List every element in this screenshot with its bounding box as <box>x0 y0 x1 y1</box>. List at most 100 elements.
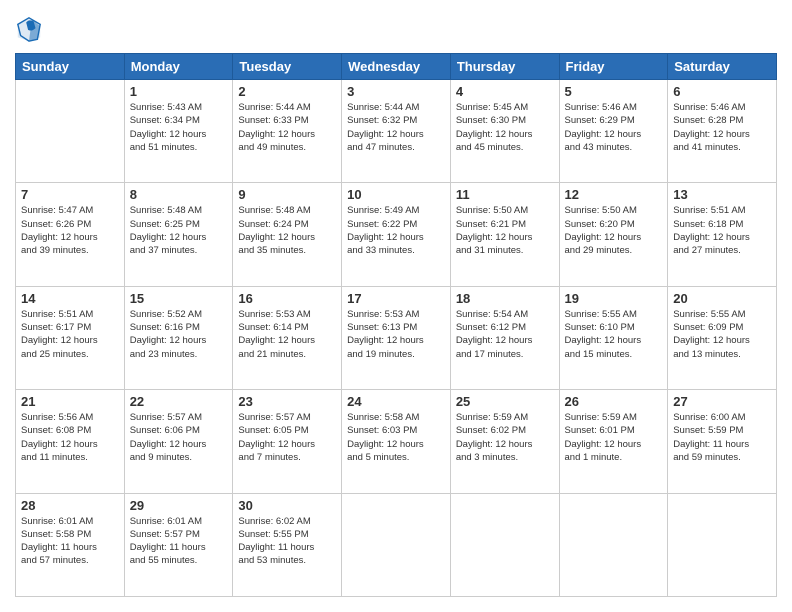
day-number: 22 <box>130 394 228 409</box>
day-number: 8 <box>130 187 228 202</box>
day-number: 15 <box>130 291 228 306</box>
day-cell <box>342 493 451 596</box>
day-cell: 21 Sunrise: 5:56 AM Sunset: 6:08 PM Dayli… <box>16 390 125 493</box>
day-number: 23 <box>238 394 336 409</box>
col-header-monday: Monday <box>124 54 233 80</box>
day-number: 10 <box>347 187 445 202</box>
week-row-3: 21 Sunrise: 5:56 AM Sunset: 6:08 PM Dayli… <box>16 390 777 493</box>
logo-icon <box>15 15 43 43</box>
day-cell: 7 Sunrise: 5:47 AM Sunset: 6:26 PM Daylig… <box>16 183 125 286</box>
day-info: Sunrise: 5:50 AM Sunset: 6:21 PM Dayligh… <box>456 204 554 257</box>
day-cell <box>450 493 559 596</box>
day-cell: 6 Sunrise: 5:46 AM Sunset: 6:28 PM Daylig… <box>668 80 777 183</box>
week-row-0: 1 Sunrise: 5:43 AM Sunset: 6:34 PM Daylig… <box>16 80 777 183</box>
day-number: 3 <box>347 84 445 99</box>
col-header-thursday: Thursday <box>450 54 559 80</box>
day-number: 4 <box>456 84 554 99</box>
day-cell: 10 Sunrise: 5:49 AM Sunset: 6:22 PM Dayli… <box>342 183 451 286</box>
day-info: Sunrise: 5:57 AM Sunset: 6:05 PM Dayligh… <box>238 411 336 464</box>
day-cell <box>668 493 777 596</box>
week-row-4: 28 Sunrise: 6:01 AM Sunset: 5:58 PM Dayli… <box>16 493 777 596</box>
day-cell: 9 Sunrise: 5:48 AM Sunset: 6:24 PM Daylig… <box>233 183 342 286</box>
day-number: 20 <box>673 291 771 306</box>
day-info: Sunrise: 5:54 AM Sunset: 6:12 PM Dayligh… <box>456 308 554 361</box>
logo <box>15 15 47 43</box>
day-cell: 22 Sunrise: 5:57 AM Sunset: 6:06 PM Dayli… <box>124 390 233 493</box>
day-info: Sunrise: 5:51 AM Sunset: 6:18 PM Dayligh… <box>673 204 771 257</box>
day-info: Sunrise: 5:58 AM Sunset: 6:03 PM Dayligh… <box>347 411 445 464</box>
day-info: Sunrise: 5:50 AM Sunset: 6:20 PM Dayligh… <box>565 204 663 257</box>
day-info: Sunrise: 5:44 AM Sunset: 6:33 PM Dayligh… <box>238 101 336 154</box>
day-info: Sunrise: 5:46 AM Sunset: 6:29 PM Dayligh… <box>565 101 663 154</box>
day-number: 25 <box>456 394 554 409</box>
day-info: Sunrise: 5:48 AM Sunset: 6:25 PM Dayligh… <box>130 204 228 257</box>
week-row-1: 7 Sunrise: 5:47 AM Sunset: 6:26 PM Daylig… <box>16 183 777 286</box>
day-number: 26 <box>565 394 663 409</box>
day-cell: 26 Sunrise: 5:59 AM Sunset: 6:01 PM Dayli… <box>559 390 668 493</box>
day-info: Sunrise: 5:57 AM Sunset: 6:06 PM Dayligh… <box>130 411 228 464</box>
day-info: Sunrise: 6:02 AM Sunset: 5:55 PM Dayligh… <box>238 515 336 568</box>
day-info: Sunrise: 5:56 AM Sunset: 6:08 PM Dayligh… <box>21 411 119 464</box>
day-cell: 5 Sunrise: 5:46 AM Sunset: 6:29 PM Daylig… <box>559 80 668 183</box>
day-cell: 20Sunrise: 5:55 AM Sunset: 6:09 PM Dayli… <box>668 286 777 389</box>
day-cell: 2Sunrise: 5:44 AM Sunset: 6:33 PM Daylig… <box>233 80 342 183</box>
day-cell: 23 Sunrise: 5:57 AM Sunset: 6:05 PM Dayli… <box>233 390 342 493</box>
day-info: Sunrise: 5:53 AM Sunset: 6:13 PM Dayligh… <box>347 308 445 361</box>
day-number: 28 <box>21 498 119 513</box>
calendar-table: SundayMondayTuesdayWednesdayThursdayFrid… <box>15 53 777 597</box>
day-info: Sunrise: 5:55 AM Sunset: 6:10 PM Dayligh… <box>565 308 663 361</box>
day-cell: 28 Sunrise: 6:01 AM Sunset: 5:58 PM Dayli… <box>16 493 125 596</box>
col-header-wednesday: Wednesday <box>342 54 451 80</box>
day-info: Sunrise: 5:59 AM Sunset: 6:02 PM Dayligh… <box>456 411 554 464</box>
day-info: Sunrise: 5:46 AM Sunset: 6:28 PM Dayligh… <box>673 101 771 154</box>
day-number: 9 <box>238 187 336 202</box>
day-cell: 1 Sunrise: 5:43 AM Sunset: 6:34 PM Daylig… <box>124 80 233 183</box>
week-row-2: 14Sunrise: 5:51 AM Sunset: 6:17 PM Dayli… <box>16 286 777 389</box>
day-cell: 4 Sunrise: 5:45 AM Sunset: 6:30 PM Daylig… <box>450 80 559 183</box>
day-number: 19 <box>565 291 663 306</box>
day-cell: 30 Sunrise: 6:02 AM Sunset: 5:55 PM Dayli… <box>233 493 342 596</box>
day-cell: 3 Sunrise: 5:44 AM Sunset: 6:32 PM Daylig… <box>342 80 451 183</box>
day-number: 1 <box>130 84 228 99</box>
day-number: 30 <box>238 498 336 513</box>
day-cell: 24 Sunrise: 5:58 AM Sunset: 6:03 PM Dayli… <box>342 390 451 493</box>
day-info: Sunrise: 5:49 AM Sunset: 6:22 PM Dayligh… <box>347 204 445 257</box>
day-cell: 25 Sunrise: 5:59 AM Sunset: 6:02 PM Dayli… <box>450 390 559 493</box>
day-cell: 12 Sunrise: 5:50 AM Sunset: 6:20 PM Dayli… <box>559 183 668 286</box>
day-cell <box>16 80 125 183</box>
day-cell: 18 Sunrise: 5:54 AM Sunset: 6:12 PM Dayli… <box>450 286 559 389</box>
day-number: 5 <box>565 84 663 99</box>
col-header-saturday: Saturday <box>668 54 777 80</box>
page: SundayMondayTuesdayWednesdayThursdayFrid… <box>0 0 792 612</box>
day-info: Sunrise: 5:44 AM Sunset: 6:32 PM Dayligh… <box>347 101 445 154</box>
day-info: Sunrise: 5:45 AM Sunset: 6:30 PM Dayligh… <box>456 101 554 154</box>
col-header-tuesday: Tuesday <box>233 54 342 80</box>
day-number: 21 <box>21 394 119 409</box>
day-info: Sunrise: 5:51 AM Sunset: 6:17 PM Dayligh… <box>21 308 119 361</box>
day-number: 27 <box>673 394 771 409</box>
day-cell: 11 Sunrise: 5:50 AM Sunset: 6:21 PM Dayli… <box>450 183 559 286</box>
day-number: 29 <box>130 498 228 513</box>
day-cell: 19 Sunrise: 5:55 AM Sunset: 6:10 PM Dayli… <box>559 286 668 389</box>
day-cell: 13Sunrise: 5:51 AM Sunset: 6:18 PM Dayli… <box>668 183 777 286</box>
day-cell: 17 Sunrise: 5:53 AM Sunset: 6:13 PM Dayli… <box>342 286 451 389</box>
day-cell: 14Sunrise: 5:51 AM Sunset: 6:17 PM Dayli… <box>16 286 125 389</box>
day-info: Sunrise: 5:43 AM Sunset: 6:34 PM Dayligh… <box>130 101 228 154</box>
day-cell: 8 Sunrise: 5:48 AM Sunset: 6:25 PM Daylig… <box>124 183 233 286</box>
day-info: Sunrise: 5:47 AM Sunset: 6:26 PM Dayligh… <box>21 204 119 257</box>
day-info: Sunrise: 5:52 AM Sunset: 6:16 PM Dayligh… <box>130 308 228 361</box>
day-info: Sunrise: 5:48 AM Sunset: 6:24 PM Dayligh… <box>238 204 336 257</box>
day-number: 24 <box>347 394 445 409</box>
day-info: Sunrise: 5:59 AM Sunset: 6:01 PM Dayligh… <box>565 411 663 464</box>
day-number: 11 <box>456 187 554 202</box>
day-number: 6 <box>673 84 771 99</box>
col-header-friday: Friday <box>559 54 668 80</box>
col-header-sunday: Sunday <box>16 54 125 80</box>
day-number: 18 <box>456 291 554 306</box>
day-number: 12 <box>565 187 663 202</box>
header <box>15 15 777 43</box>
day-number: 7 <box>21 187 119 202</box>
day-number: 17 <box>347 291 445 306</box>
day-info: Sunrise: 6:00 AM Sunset: 5:59 PM Dayligh… <box>673 411 771 464</box>
day-info: Sunrise: 6:01 AM Sunset: 5:58 PM Dayligh… <box>21 515 119 568</box>
